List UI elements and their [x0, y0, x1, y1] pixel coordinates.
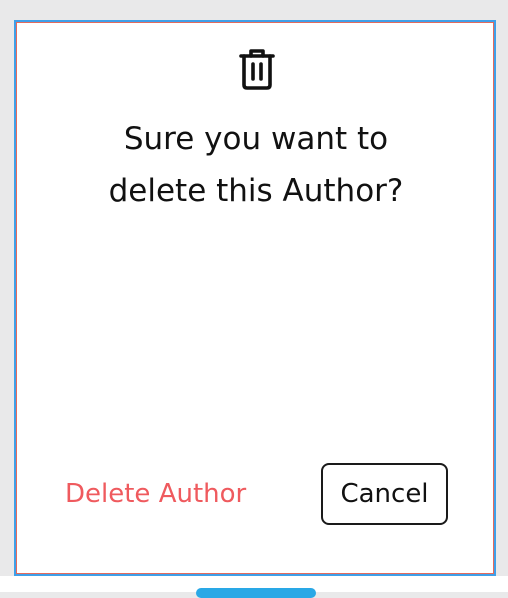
cancel-button[interactable]: Cancel — [321, 463, 448, 525]
delete-author-button[interactable]: Delete Author — [65, 476, 246, 512]
trash-icon — [239, 48, 275, 90]
confirm-message-line1: Sure you want to — [123, 121, 389, 157]
underlying-button — [196, 588, 316, 598]
confirm-message-line2: delete this Author? — [108, 173, 404, 209]
confirm-message: Sure you want to delete this Author? — [17, 113, 495, 217]
delete-confirm-dialog: Sure you want to delete this Author? Del… — [16, 22, 494, 574]
